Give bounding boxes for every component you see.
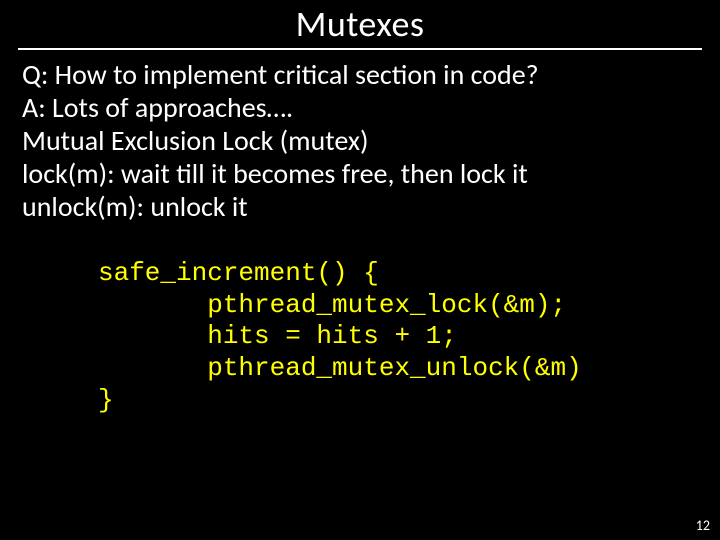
slide: Mutexes Q: How to implement critical sec… <box>0 0 720 540</box>
body-line-4: lock(m): wait till it becomes free, then… <box>22 157 698 190</box>
page-number: 12 <box>696 517 710 534</box>
slide-title: Mutexes <box>0 0 720 46</box>
body-text: Q: How to implement critical section in … <box>22 58 698 223</box>
body-line-3: Mutual Exclusion Lock (mutex) <box>22 124 698 157</box>
body-line-1: Q: How to implement critical section in … <box>22 58 698 91</box>
body-line-2: A: Lots of approaches…. <box>22 91 698 124</box>
code-block: safe_increment() { pthread_mutex_lock(&m… <box>98 258 582 417</box>
title-underline <box>18 48 702 50</box>
body-line-5: unlock(m): unlock it <box>22 190 698 223</box>
